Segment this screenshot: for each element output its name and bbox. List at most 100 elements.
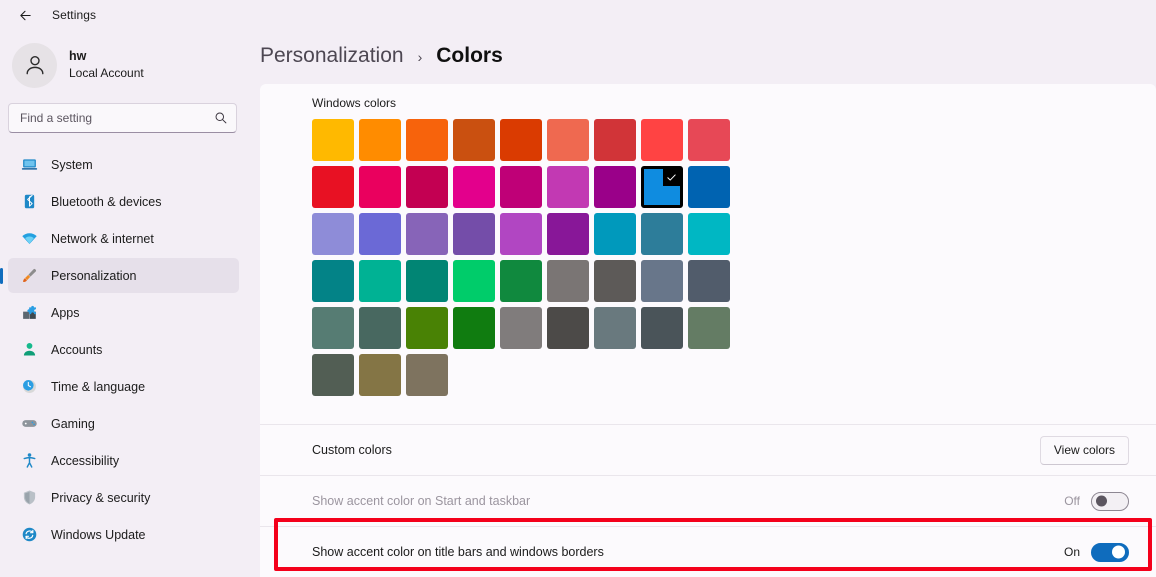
color-swatch[interactable] <box>500 260 542 302</box>
accent-start-taskbar-toggle[interactable] <box>1091 491 1129 511</box>
color-swatch-cell <box>312 260 359 307</box>
accent-start-taskbar-row: Show accent color on Start and taskbar O… <box>260 476 1156 526</box>
color-swatch[interactable] <box>594 307 636 349</box>
color-swatch-selected[interactable] <box>641 166 683 208</box>
color-swatch[interactable] <box>688 213 730 255</box>
color-swatch-cell <box>406 166 453 213</box>
color-swatch[interactable] <box>688 166 730 208</box>
color-swatch[interactable] <box>500 307 542 349</box>
account-name: hw <box>69 49 87 64</box>
color-swatch[interactable] <box>359 119 401 161</box>
color-swatch[interactable] <box>406 166 448 208</box>
account-block[interactable]: hw Local Account <box>0 30 239 92</box>
color-swatch[interactable] <box>547 307 589 349</box>
color-swatch[interactable] <box>688 119 730 161</box>
color-swatch-cell <box>312 166 359 213</box>
color-swatch[interactable] <box>406 260 448 302</box>
color-swatch[interactable] <box>406 119 448 161</box>
apps-icon <box>21 304 38 321</box>
color-swatch[interactable] <box>500 166 542 208</box>
sidebar-item-windows-update[interactable]: Windows Update <box>8 517 239 552</box>
color-swatch-cell <box>406 119 453 166</box>
color-swatch-cell <box>500 260 547 307</box>
color-swatch-cell <box>547 307 594 354</box>
sidebar-item-personalization[interactable]: Personalization <box>8 258 239 293</box>
color-swatch[interactable] <box>312 307 354 349</box>
color-swatch-cell <box>312 213 359 260</box>
color-swatch[interactable] <box>453 166 495 208</box>
color-swatch-cell <box>406 307 453 354</box>
search-button[interactable] <box>209 106 233 130</box>
sidebar-item-bluetooth-devices[interactable]: Bluetooth & devices <box>8 184 239 219</box>
color-swatch[interactable] <box>547 213 589 255</box>
color-swatch-cell <box>688 166 735 213</box>
main-content: Personalization › Colors Windows colors … <box>250 30 1156 577</box>
color-swatch-cell <box>641 213 688 260</box>
color-swatch[interactable] <box>359 213 401 255</box>
color-swatch[interactable] <box>688 307 730 349</box>
color-swatch[interactable] <box>594 260 636 302</box>
sidebar-item-accounts[interactable]: Accounts <box>8 332 239 367</box>
color-swatch[interactable] <box>359 307 401 349</box>
color-swatch[interactable] <box>547 166 589 208</box>
color-swatch[interactable] <box>594 119 636 161</box>
color-swatch-cell <box>594 260 641 307</box>
window-title: Settings <box>52 8 97 22</box>
color-swatch[interactable] <box>641 119 683 161</box>
sidebar-item-privacy-security[interactable]: Privacy & security <box>8 480 239 515</box>
color-swatch[interactable] <box>500 213 542 255</box>
color-swatch[interactable] <box>594 166 636 208</box>
wifi-icon <box>21 230 38 247</box>
color-swatch[interactable] <box>359 166 401 208</box>
color-swatch[interactable] <box>688 260 730 302</box>
color-swatch-cell <box>641 260 688 307</box>
color-swatch-cell <box>359 213 406 260</box>
color-swatch[interactable] <box>547 260 589 302</box>
accent-titlebars-label: Show accent color on title bars and wind… <box>312 545 604 559</box>
color-swatch[interactable] <box>359 354 401 396</box>
color-swatch[interactable] <box>500 119 542 161</box>
sidebar-item-accessibility[interactable]: Accessibility <box>8 443 239 478</box>
color-swatch[interactable] <box>641 213 683 255</box>
sidebar-item-time-language[interactable]: Time & language <box>8 369 239 404</box>
color-swatch[interactable] <box>312 166 354 208</box>
sidebar-item-network-internet[interactable]: Network & internet <box>8 221 239 256</box>
sidebar-item-gaming[interactable]: Gaming <box>8 406 239 441</box>
back-button[interactable] <box>10 2 40 28</box>
sidebar-item-label: Apps <box>51 305 80 320</box>
sidebar-item-apps[interactable]: Apps <box>8 295 239 330</box>
color-swatch[interactable] <box>312 119 354 161</box>
settings-window: Settings hw Local Account Find a setting… <box>0 0 1156 577</box>
color-swatch-cell <box>500 166 547 213</box>
color-swatch-cell <box>594 119 641 166</box>
color-swatch[interactable] <box>641 260 683 302</box>
color-swatch[interactable] <box>406 307 448 349</box>
color-swatch[interactable] <box>406 213 448 255</box>
color-swatch[interactable] <box>453 307 495 349</box>
color-swatch[interactable] <box>312 260 354 302</box>
color-swatch-cell <box>359 119 406 166</box>
sidebar-item-label: Bluetooth & devices <box>51 194 162 209</box>
color-swatch[interactable] <box>547 119 589 161</box>
sidebar-item-label: Gaming <box>51 416 95 431</box>
accessibility-icon <box>21 452 38 469</box>
colors-card: Windows colors Custom colors View colors… <box>260 84 1156 577</box>
color-swatch[interactable] <box>453 213 495 255</box>
accent-titlebars-state: On <box>1063 545 1080 559</box>
color-swatch[interactable] <box>312 354 354 396</box>
color-swatch[interactable] <box>453 119 495 161</box>
gamepad-icon <box>21 415 38 432</box>
breadcrumb-parent[interactable]: Personalization <box>260 44 404 68</box>
color-swatch-cell <box>359 166 406 213</box>
color-swatch[interactable] <box>453 260 495 302</box>
sidebar-item-system[interactable]: System <box>8 147 239 182</box>
accent-titlebars-toggle[interactable] <box>1091 542 1129 562</box>
color-swatch[interactable] <box>594 213 636 255</box>
color-swatch-cell <box>641 166 688 213</box>
view-colors-button[interactable]: View colors <box>1039 435 1129 465</box>
color-swatch[interactable] <box>359 260 401 302</box>
color-swatch[interactable] <box>312 213 354 255</box>
search-input[interactable] <box>8 103 237 133</box>
color-swatch[interactable] <box>406 354 448 396</box>
color-swatch[interactable] <box>641 307 683 349</box>
